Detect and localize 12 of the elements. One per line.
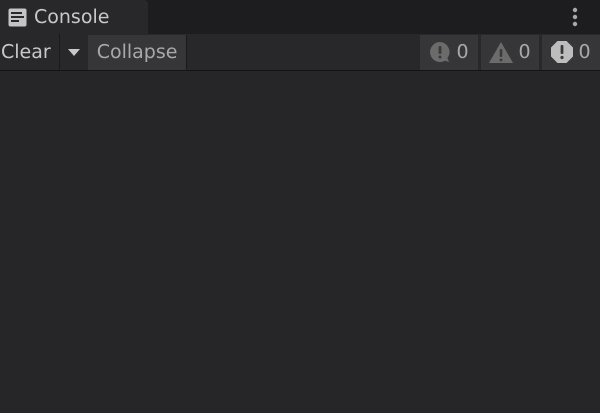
more-options-icon[interactable]: [572, 7, 578, 27]
collapse-button[interactable]: Collapse: [88, 34, 188, 70]
warning-count-button[interactable]: 0: [481, 34, 539, 70]
clear-button[interactable]: Clear: [0, 34, 60, 70]
console-tab[interactable]: Console: [0, 0, 148, 34]
error-count-button[interactable]: 0: [542, 34, 600, 70]
info-count-button[interactable]: 0: [420, 34, 478, 70]
speech-bubble-exclamation-icon: [429, 41, 452, 63]
warning-icon: [489, 42, 514, 62]
document-icon: [8, 8, 27, 26]
error-icon: [551, 41, 574, 63]
caret-icon: [68, 48, 80, 56]
